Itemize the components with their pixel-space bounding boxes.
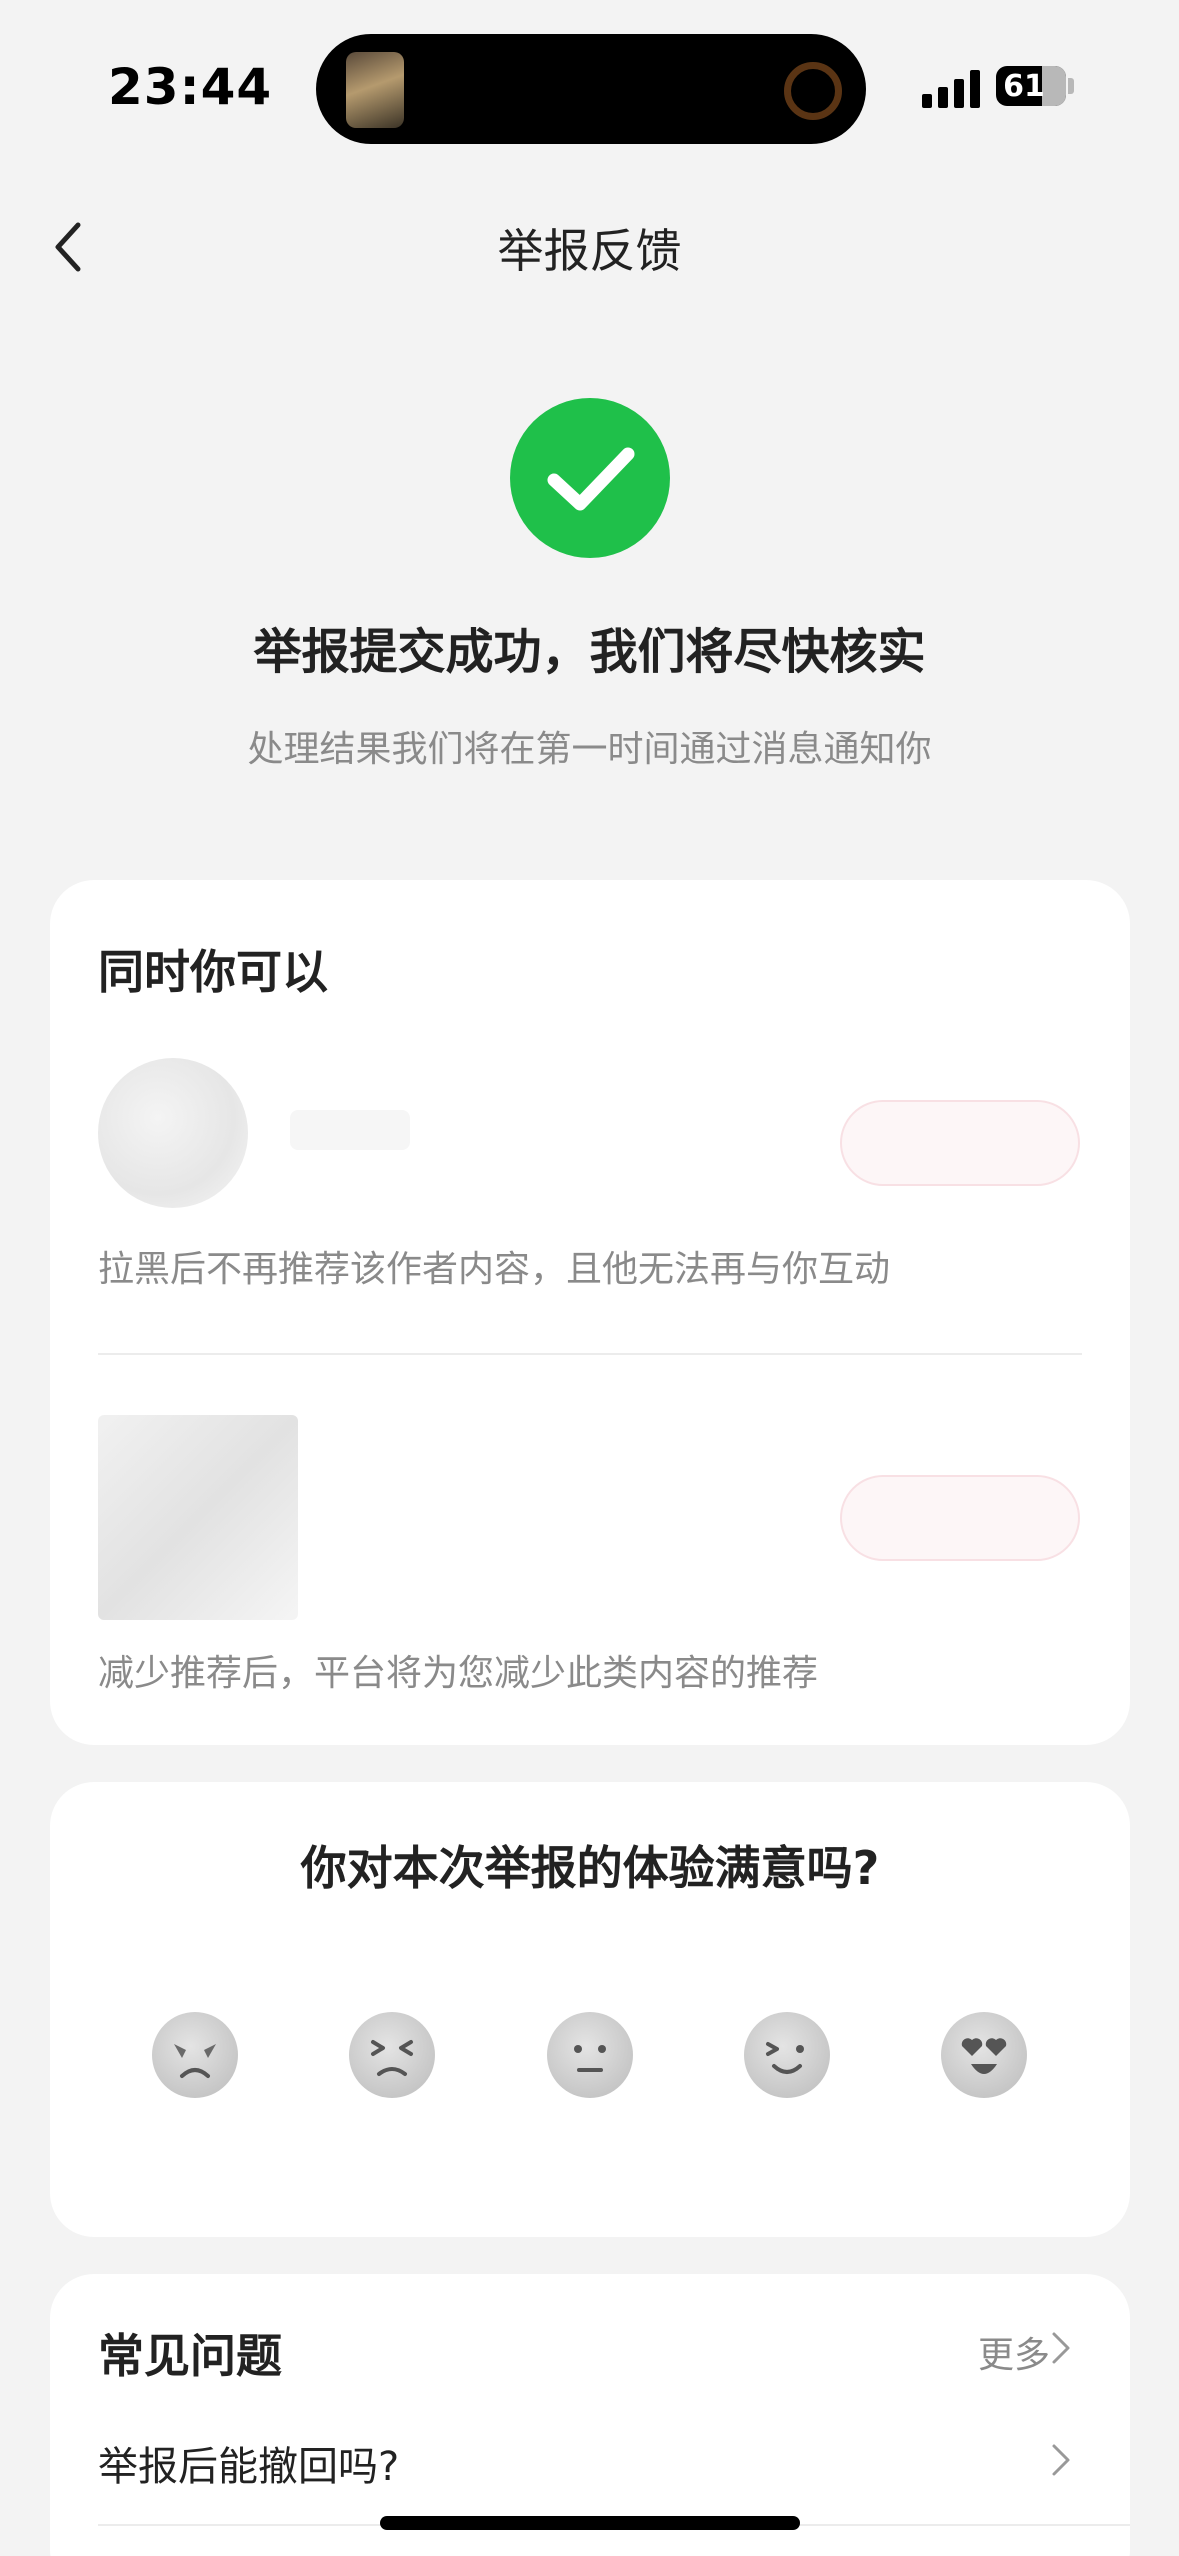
success-check-icon <box>510 398 670 558</box>
divider <box>98 1353 1082 1355</box>
block-description: 拉黑后不再推荐该作者内容，且他无法再与你互动 <box>98 1249 891 1290</box>
actions-title: 同时你可以 <box>98 945 328 999</box>
chevron-right-icon[interactable] <box>1050 2330 1072 2366</box>
rating-card: 你对本次举报的体验满意吗? <box>50 1782 1130 2237</box>
dissatisfied-face-icon[interactable] <box>349 2012 435 2098</box>
cellular-signal-icon <box>922 68 982 108</box>
success-title: 举报提交成功，我们将尽快核实 <box>253 624 926 680</box>
neutral-face-icon[interactable] <box>547 2012 633 2098</box>
now-playing-artwork <box>346 52 404 128</box>
faq-question[interactable]: 举报后能撤回吗? <box>98 2434 399 2492</box>
author-avatar <box>98 1058 248 1208</box>
battery-level: 61 <box>1003 68 1045 104</box>
content-thumbnail <box>98 1415 298 1620</box>
actions-card: 同时你可以 拉黑后不再推荐该作者内容，且他无法再与你互动 减少推荐后，平台将为您… <box>50 880 1130 1745</box>
faq-card: 常见问题 更多 举报后能撤回吗? <box>50 2274 1130 2556</box>
block-author-button[interactable] <box>840 1100 1080 1186</box>
status-time: 23:44 <box>108 58 273 116</box>
very-satisfied-face-icon[interactable] <box>941 2012 1027 2098</box>
satisfied-face-icon[interactable] <box>744 2012 830 2098</box>
rating-question: 你对本次举报的体验满意吗? <box>300 1841 880 1895</box>
reduce-description: 减少推荐后，平台将为您减少此类内容的推荐 <box>98 1653 819 1694</box>
author-name-placeholder <box>290 1110 410 1150</box>
reduce-recommendation-button[interactable] <box>840 1475 1080 1561</box>
dynamic-island[interactable] <box>316 34 866 144</box>
home-indicator[interactable] <box>380 2516 800 2530</box>
page-title: 举报反馈 <box>497 224 682 278</box>
activity-ring-icon <box>784 62 842 120</box>
very-dissatisfied-face-icon[interactable] <box>152 2012 238 2098</box>
success-subtitle: 处理结果我们将在第一时间通过消息通知你 <box>247 729 932 770</box>
battery-tip <box>1068 78 1074 94</box>
faq-more-link[interactable]: 更多 <box>978 2326 1050 2378</box>
battery-icon: 61 <box>996 66 1066 106</box>
faq-title: 常见问题 <box>98 2329 282 2383</box>
status-bar: 23:44 61 <box>0 0 1179 170</box>
chevron-right-icon[interactable] <box>1050 2442 1072 2478</box>
